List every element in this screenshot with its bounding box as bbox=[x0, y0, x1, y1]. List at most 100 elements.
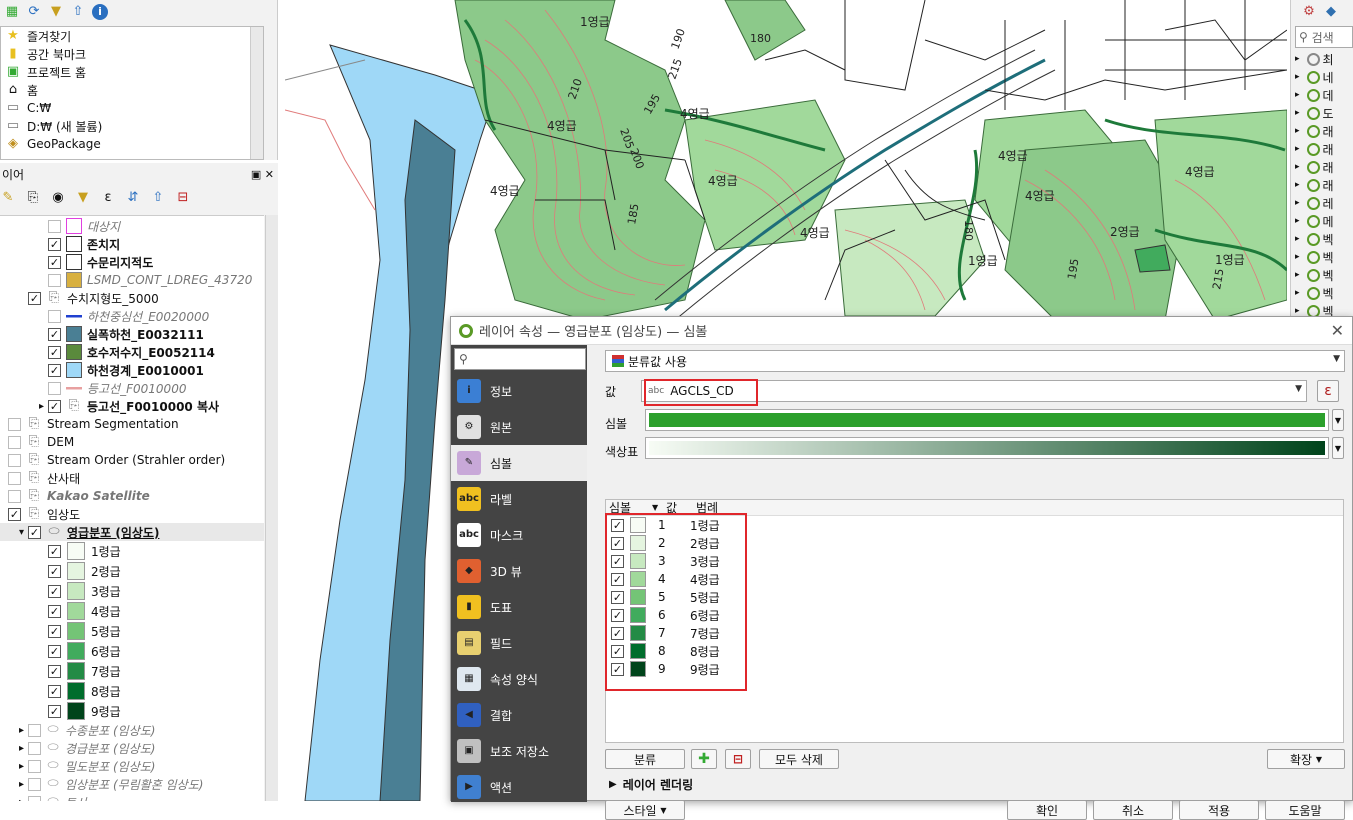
legend-class-row[interactable]: ✓ 8령급 bbox=[0, 681, 264, 701]
filter-legend-icon[interactable]: ▼ bbox=[75, 190, 91, 206]
browser-item-geopackage[interactable]: ◈ GeoPackage bbox=[1, 135, 263, 153]
layer-checkbox[interactable] bbox=[48, 219, 61, 233]
layer-checkbox[interactable]: ✓ bbox=[48, 704, 61, 718]
expand-arrow-icon[interactable]: ▸ bbox=[0, 725, 28, 736]
legend-class-row[interactable]: ✓ 6령급 bbox=[0, 641, 264, 661]
layer-checkbox[interactable]: ✓ bbox=[48, 604, 61, 618]
expand-arrow-icon[interactable]: ▸ bbox=[0, 797, 28, 802]
legend-class-row[interactable]: ✓ 9령급 bbox=[0, 701, 264, 721]
legend-class-row[interactable]: ✓ 7령급 bbox=[0, 661, 264, 681]
layer-row[interactable]: 대상지 bbox=[0, 217, 264, 235]
browser-item-bookmarks[interactable]: ▮ 공간 북마크 bbox=[1, 45, 263, 63]
browser-item-project-home[interactable]: ▣ 프로젝트 홈 bbox=[1, 63, 263, 81]
layer-row[interactable]: ⎘ Stream Segmentation bbox=[0, 415, 264, 433]
layer-row[interactable]: ⎘ Stream Order (Strahler order) bbox=[0, 451, 264, 469]
layer-checkbox[interactable] bbox=[28, 777, 41, 791]
python-icon[interactable]: ◆ bbox=[1323, 4, 1339, 20]
layer-checkbox[interactable]: ✓ bbox=[48, 255, 61, 269]
layer-checkbox[interactable]: ✓ bbox=[48, 399, 61, 413]
layer-checkbox[interactable] bbox=[28, 723, 41, 737]
layer-checkbox[interactable] bbox=[8, 489, 21, 503]
add-group-icon[interactable]: ⎘ bbox=[25, 190, 41, 206]
info-icon[interactable]: i bbox=[92, 4, 108, 20]
toolbox-provider-item[interactable]: ▸ 메 bbox=[1291, 212, 1353, 230]
symbol-dropdown[interactable]: ▼ bbox=[1332, 409, 1344, 431]
add-icon[interactable]: ▦ bbox=[4, 4, 20, 20]
toolbox-provider-item[interactable]: ▸ 레 bbox=[1291, 194, 1353, 212]
symbol-button[interactable] bbox=[645, 409, 1329, 431]
legend-class-row[interactable]: ✓ 4령급 bbox=[0, 601, 264, 621]
browser-item-drive-c[interactable]: ▭ C:₩ bbox=[1, 99, 263, 117]
layer-row[interactable]: 등고선_F0010000 bbox=[0, 379, 264, 397]
float-close-icon[interactable]: ▣ ✕ bbox=[251, 168, 274, 181]
expand-arrow-icon[interactable]: ▸ bbox=[0, 761, 28, 772]
sidebar-item-attributes-form[interactable]: ▦ 속성 양식 bbox=[451, 661, 587, 697]
layer-rendering-section[interactable]: ▶ 레이어 렌더링 bbox=[609, 776, 693, 793]
layer-row[interactable]: ⎘ Kakao Satellite bbox=[0, 487, 264, 505]
browser-item-home[interactable]: ⌂ 홈 bbox=[1, 81, 263, 99]
sidebar-item-mask[interactable]: abc 마스크 bbox=[451, 517, 587, 553]
layer-row[interactable]: ▸ ⬭ 수종분포 (임상도) bbox=[0, 721, 264, 739]
visibility-icon[interactable]: ◉ bbox=[50, 190, 66, 206]
layer-checkbox[interactable]: ✓ bbox=[28, 525, 41, 539]
layer-checkbox[interactable] bbox=[28, 795, 41, 801]
layer-checkbox[interactable]: ✓ bbox=[48, 644, 61, 658]
sidebar-item-symbology[interactable]: ✎ 심볼 bbox=[451, 445, 587, 481]
remove-layer-icon[interactable]: ⊟ bbox=[175, 190, 191, 206]
style-icon[interactable]: ✎ bbox=[0, 190, 16, 206]
legend-class-row[interactable]: ✓ 2령급 bbox=[0, 561, 264, 581]
style-menu-button[interactable]: 스타일 ▼ bbox=[605, 800, 685, 820]
expand-arrow-icon[interactable]: ▸ bbox=[0, 779, 28, 790]
sidebar-item-diagrams[interactable]: ▮ 도표 bbox=[451, 589, 587, 625]
layer-checkbox[interactable]: ✓ bbox=[48, 544, 61, 558]
collapse-all-icon[interactable]: ⇧ bbox=[150, 190, 166, 206]
toolbox-search-input[interactable]: ⚲ 검색 bbox=[1295, 26, 1353, 48]
layer-checkbox[interactable]: ✓ bbox=[48, 363, 61, 377]
sidebar-item-info[interactable]: i 정보 bbox=[451, 373, 587, 409]
expand-arrow-icon[interactable]: ▸ bbox=[0, 743, 28, 754]
legend-class-row[interactable]: ✓ 3령급 bbox=[0, 581, 264, 601]
sidebar-item-source[interactable]: ⚙ 원본 bbox=[451, 409, 587, 445]
layer-checkbox[interactable] bbox=[28, 741, 41, 755]
expand-arrow-icon[interactable]: ▾ bbox=[0, 527, 28, 538]
close-icon[interactable]: ✕ bbox=[1331, 321, 1344, 340]
layer-row[interactable]: LSMD_CONT_LDREG_43720 bbox=[0, 271, 264, 289]
sidebar-item-3d-view[interactable]: ◆ 3D 뷰 bbox=[451, 553, 587, 589]
renderer-select[interactable]: 분류값 사용 ▼ bbox=[605, 350, 1345, 372]
toolbox-provider-item[interactable]: ▸ 벡 bbox=[1291, 284, 1353, 302]
toolbox-provider-item[interactable]: ▸ 래 bbox=[1291, 158, 1353, 176]
browser-item-drive-d[interactable]: ▭ D:₩ (새 볼륨) bbox=[1, 117, 263, 135]
layer-checkbox[interactable]: ✓ bbox=[48, 327, 61, 341]
sidebar-item-fields[interactable]: ▤ 필드 bbox=[451, 625, 587, 661]
layer-row[interactable]: ✓ ⎘ 수치지형도_5000 bbox=[0, 289, 264, 307]
layer-row[interactable]: ▸ ⬭ 경급분포 (임상도) bbox=[0, 739, 264, 757]
expression-filter-icon[interactable]: ε bbox=[100, 190, 116, 206]
toolbox-provider-item[interactable]: ▸ 벡 bbox=[1291, 248, 1353, 266]
toolbox-provider-item[interactable]: ▸ 벡 bbox=[1291, 230, 1353, 248]
layer-row[interactable]: ▸ ⬭ 임상분포 (무림활혼 임상도) bbox=[0, 775, 264, 793]
color-ramp-dropdown[interactable]: ▼ bbox=[1332, 437, 1344, 459]
layer-row[interactable]: ✓ 실폭하천_E0032111 bbox=[0, 325, 264, 343]
add-category-button[interactable]: ✚ bbox=[691, 749, 717, 769]
toolbox-provider-item[interactable]: ▸ 도 bbox=[1291, 104, 1353, 122]
browser-scrollbar[interactable] bbox=[250, 27, 263, 159]
sidebar-item-labels[interactable]: abc 라벨 bbox=[451, 481, 587, 517]
collapse-icon[interactable]: ⇧ bbox=[70, 4, 86, 20]
layer-row[interactable]: ⎘ DEM bbox=[0, 433, 264, 451]
sidebar-search-input[interactable]: ⚲ bbox=[454, 348, 586, 370]
layer-checkbox[interactable]: ✓ bbox=[48, 684, 61, 698]
layer-row[interactable]: 하천중심선_E0020000 bbox=[0, 307, 264, 325]
legend-class-row[interactable]: ✓ 1령급 bbox=[0, 541, 264, 561]
layer-checkbox[interactable]: ✓ bbox=[48, 564, 61, 578]
layer-row[interactable]: ✓ 하천경계_E0010001 bbox=[0, 361, 264, 379]
layer-checkbox[interactable] bbox=[8, 417, 21, 431]
layer-checkbox[interactable] bbox=[48, 381, 61, 395]
layers-scrollbar[interactable] bbox=[265, 215, 278, 801]
expand-all-icon[interactable]: ⇵ bbox=[125, 190, 141, 206]
toolbox-provider-item[interactable]: ▸ 벡 bbox=[1291, 266, 1353, 284]
layer-row[interactable]: ✓ 수문리지적도 bbox=[0, 253, 264, 271]
ok-button[interactable]: 확인 bbox=[1007, 800, 1087, 820]
layer-row[interactable]: ▾ ✓ ⬭ 영급분포 (임상도) bbox=[0, 523, 264, 541]
layer-row[interactable]: ✓ 존치지 bbox=[0, 235, 264, 253]
filter-icon[interactable]: ▼ bbox=[48, 4, 64, 20]
